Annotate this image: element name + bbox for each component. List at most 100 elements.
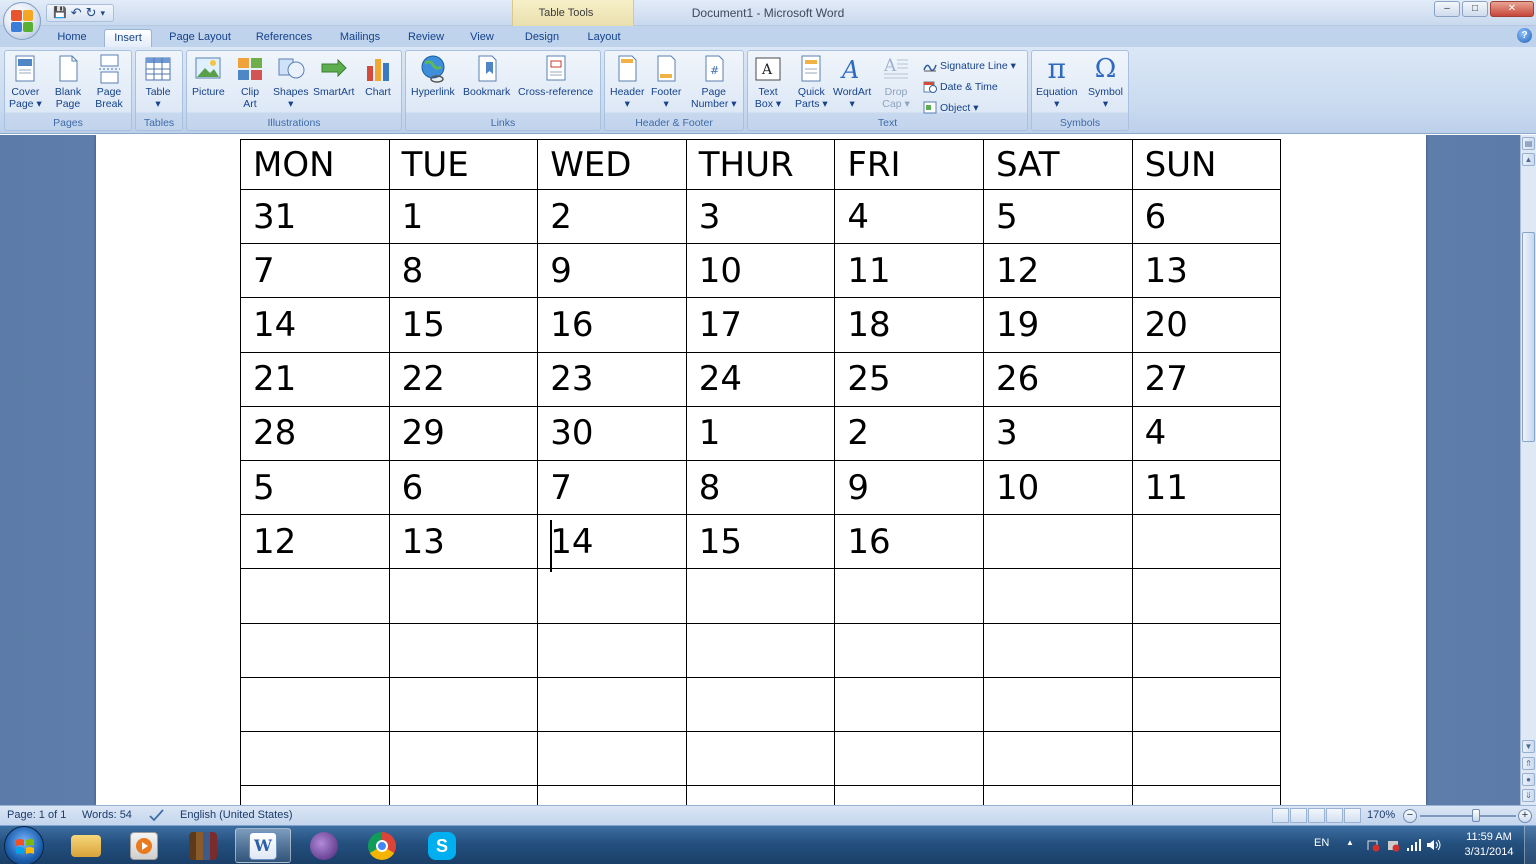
- print-layout-icon[interactable]: [1272, 808, 1289, 823]
- table-cell[interactable]: 8: [388, 243, 539, 299]
- table-cell[interactable]: 12: [240, 514, 390, 570]
- table-cell[interactable]: 5: [240, 459, 390, 516]
- taskbar-word[interactable]: W: [235, 828, 291, 863]
- tab-insert[interactable]: Insert: [104, 29, 152, 47]
- table-cell[interactable]: 1: [388, 188, 539, 245]
- table-cell[interactable]: [982, 730, 1133, 787]
- page-count[interactable]: Page: 1 of 1: [7, 809, 66, 821]
- table-cell[interactable]: 8: [685, 459, 836, 516]
- tray-expand-icon[interactable]: ▲: [1346, 838, 1354, 847]
- zoom-slider[interactable]: [1420, 815, 1516, 817]
- table-cell[interactable]: 11: [1131, 459, 1282, 516]
- cross-reference-button[interactable]: Cross-reference: [518, 54, 593, 98]
- table-cell[interactable]: [240, 622, 390, 678]
- table-cell[interactable]: 20: [1131, 297, 1282, 353]
- table-cell[interactable]: 17: [685, 297, 836, 353]
- day-header[interactable]: FRI: [834, 139, 984, 190]
- browse-object-icon[interactable]: ●: [1522, 773, 1535, 786]
- object-button[interactable]: Object ▾: [923, 101, 979, 114]
- table-cell[interactable]: 22: [388, 351, 539, 407]
- table-cell[interactable]: 14: [537, 514, 687, 570]
- table-cell[interactable]: [388, 568, 539, 624]
- table-cell[interactable]: [388, 730, 539, 787]
- table-cell[interactable]: [388, 676, 539, 732]
- table-button[interactable]: Table ▾: [144, 54, 172, 110]
- table-cell[interactable]: 23: [537, 351, 687, 407]
- taskbar-explorer[interactable]: [58, 828, 114, 863]
- help-icon[interactable]: ?: [1517, 28, 1532, 43]
- tab-references[interactable]: References: [248, 29, 320, 47]
- table-cell[interactable]: 25: [834, 351, 984, 407]
- action-center-icon[interactable]: [1366, 838, 1380, 855]
- table-cell[interactable]: [982, 676, 1133, 732]
- table-cell[interactable]: [240, 568, 390, 624]
- table-cell[interactable]: 13: [388, 514, 539, 570]
- table-cell[interactable]: [240, 730, 390, 787]
- table-cell[interactable]: 4: [834, 188, 984, 245]
- outline-icon[interactable]: [1326, 808, 1343, 823]
- table-cell[interactable]: 31: [240, 188, 390, 245]
- table-cell[interactable]: 3: [982, 405, 1133, 461]
- table-cell[interactable]: 7: [240, 243, 390, 299]
- maximize-button[interactable]: □: [1462, 1, 1488, 17]
- zoom-out-icon[interactable]: −: [1403, 809, 1417, 823]
- table-cell[interactable]: [1131, 676, 1282, 732]
- page-break-button[interactable]: Page Break: [95, 54, 123, 110]
- smartart-button[interactable]: SmartArt: [313, 54, 354, 98]
- table-cell[interactable]: 6: [388, 459, 539, 516]
- show-desktop-button[interactable]: [1524, 826, 1536, 864]
- minimize-button[interactable]: –: [1434, 1, 1460, 17]
- table-cell[interactable]: 13: [1131, 243, 1282, 299]
- taskbar-library[interactable]: [175, 828, 231, 863]
- table-cell[interactable]: [1131, 785, 1282, 805]
- day-header[interactable]: SUN: [1131, 139, 1282, 190]
- table-cell[interactable]: 10: [982, 459, 1133, 516]
- footer-button[interactable]: Footer ▾: [651, 54, 681, 110]
- web-layout-icon[interactable]: [1308, 808, 1325, 823]
- table-cell[interactable]: [388, 622, 539, 678]
- bookmark-button[interactable]: Bookmark: [463, 54, 510, 98]
- redo-icon[interactable]: ↻: [86, 5, 97, 21]
- office-button[interactable]: [3, 2, 41, 40]
- taskbar-chrome[interactable]: [354, 828, 410, 863]
- scroll-thumb[interactable]: [1522, 232, 1535, 442]
- scroll-up-icon[interactable]: ▲: [1522, 153, 1535, 166]
- day-header[interactable]: THUR: [685, 139, 836, 190]
- date-time-button[interactable]: Date & Time: [923, 80, 998, 93]
- table-cell[interactable]: [1131, 514, 1282, 570]
- table-cell[interactable]: 5: [982, 188, 1133, 245]
- table-cell[interactable]: [685, 568, 836, 624]
- blank-page-button[interactable]: Blank Page: [54, 54, 82, 110]
- table-cell[interactable]: [1131, 568, 1282, 624]
- table-cell[interactable]: [982, 622, 1133, 678]
- table-cell[interactable]: 16: [834, 514, 984, 570]
- table-cell[interactable]: 7: [537, 459, 687, 516]
- proofing-icon[interactable]: [148, 807, 166, 826]
- table-cell[interactable]: 27: [1131, 351, 1282, 407]
- table-cell[interactable]: 3: [685, 188, 836, 245]
- document-page[interactable]: MON TUE WED THUR FRI SAT SUN 31 1 2 3 4 5 6 7 8 9 10 11 12 1…: [96, 135, 1426, 805]
- table-cell[interactable]: [982, 514, 1133, 570]
- table-cell[interactable]: 10: [685, 243, 836, 299]
- drop-cap-button[interactable]: A Drop Cap ▾: [882, 54, 910, 110]
- clock[interactable]: 11:59 AM 3/31/2014: [1458, 831, 1520, 858]
- picture-button[interactable]: Picture: [192, 54, 225, 98]
- network-icon[interactable]: [1406, 838, 1422, 855]
- table-cell[interactable]: 24: [685, 351, 836, 407]
- ruler-toggle-icon[interactable]: ▤: [1522, 137, 1535, 150]
- table-cell[interactable]: [537, 676, 687, 732]
- zoom-slider-thumb[interactable]: [1472, 809, 1481, 822]
- table-cell[interactable]: 15: [388, 297, 539, 353]
- tab-view[interactable]: View: [460, 29, 504, 47]
- vertical-scrollbar[interactable]: ▤ ▲ ▼ ⇑ ● ⇓: [1520, 135, 1536, 805]
- table-cell[interactable]: [1131, 730, 1282, 787]
- table-cell[interactable]: 9: [537, 243, 687, 299]
- table-cell[interactable]: [240, 785, 390, 805]
- input-language[interactable]: EN: [1314, 837, 1329, 849]
- tab-mailings[interactable]: Mailings: [330, 29, 390, 47]
- security-icon[interactable]: [1386, 838, 1400, 855]
- table-cell[interactable]: [240, 676, 390, 732]
- table-cell[interactable]: [982, 785, 1133, 805]
- table-cell[interactable]: 4: [1131, 405, 1282, 461]
- day-header[interactable]: TUE: [388, 139, 539, 190]
